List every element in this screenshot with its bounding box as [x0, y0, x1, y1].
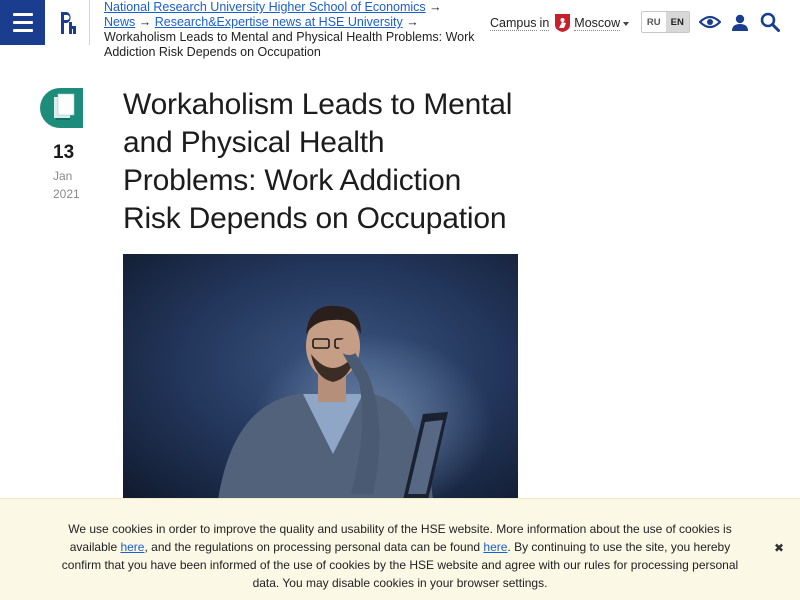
search-button[interactable] [759, 11, 781, 33]
hse-logo[interactable] [58, 9, 78, 36]
article-photo [123, 254, 518, 500]
date-year: 2021 [53, 187, 80, 201]
breadcrumb-separator: → [425, 0, 442, 14]
article-meta: 13 Jan 2021 [40, 88, 95, 201]
campus-in-label: in [539, 15, 550, 31]
cookie-banner: We use cookies in order to improve the q… [0, 498, 800, 600]
breadcrumb-current: Workaholism Leads to Mental and Physical… [104, 30, 475, 59]
close-icon[interactable]: ✖ [774, 541, 784, 555]
menu-button[interactable] [0, 0, 45, 45]
breadcrumb-separator: → [402, 15, 419, 29]
language-switcher: RU EN [641, 11, 690, 33]
date-month: Jan [53, 169, 73, 183]
accessibility-button[interactable] [699, 11, 721, 33]
moscow-coat-of-arms-icon [555, 14, 571, 32]
breadcrumb-link-hse[interactable]: National Research University Higher Scho… [104, 0, 426, 14]
cookie-text-part: , and the regulations on processing pers… [144, 540, 484, 554]
date-day: 13 [53, 142, 75, 163]
menu-icon-bar [12, 29, 33, 32]
cookie-text: We use cookies in order to improve the q… [55, 520, 745, 592]
cookie-link-cookies[interactable]: here [120, 540, 144, 554]
lang-ru-button[interactable]: RU [642, 12, 666, 32]
menu-icon-bar [12, 21, 33, 24]
chevron-down-icon [623, 22, 630, 26]
breadcrumb-link-research-news[interactable]: Research&Expertise news at HSE Universit… [155, 15, 403, 29]
header-divider [89, 0, 90, 45]
user-button[interactable] [729, 11, 751, 33]
breadcrumb-separator: → [135, 15, 155, 29]
book-icon [40, 88, 83, 128]
article-title: Workaholism Leads to Mental and Physical… [123, 88, 513, 235]
campus-selector[interactable]: Campus in Moscow [490, 14, 630, 32]
campus-city: Moscow [574, 15, 621, 31]
breadcrumb-link-news[interactable]: News [104, 15, 135, 29]
breadcrumb: National Research University Higher Scho… [104, 0, 476, 60]
search-icon [760, 12, 780, 32]
campus-label: Campus [490, 15, 537, 31]
eye-icon [699, 15, 721, 29]
lang-en-button[interactable]: EN [665, 12, 689, 32]
menu-icon-bar [12, 13, 33, 16]
user-icon [732, 14, 748, 31]
page: National Research University Higher Scho… [0, 0, 800, 600]
cookie-link-personal-data[interactable]: here [483, 540, 507, 554]
